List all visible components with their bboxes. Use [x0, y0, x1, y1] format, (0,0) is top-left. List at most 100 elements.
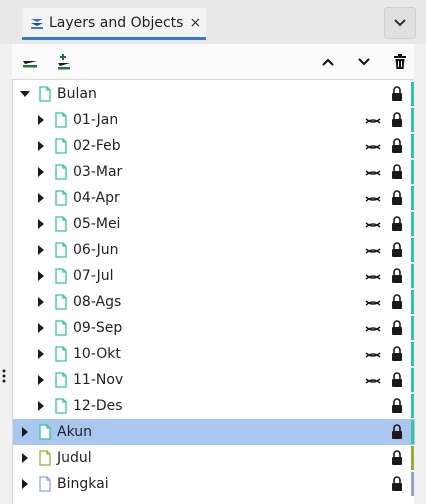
expand-arrow-icon[interactable]	[33, 293, 49, 311]
layer-row[interactable]: Bingkai	[13, 471, 415, 497]
expand-arrow-icon[interactable]	[33, 345, 49, 363]
eye-closed-icon[interactable]	[365, 321, 381, 335]
layers-toolbar	[12, 44, 414, 80]
lock-icon[interactable]	[391, 320, 403, 335]
eye-closed-icon[interactable]	[365, 295, 381, 309]
resize-handle-icon[interactable]	[1, 368, 7, 384]
expand-arrow-icon[interactable]	[33, 189, 49, 207]
layer-label: 07-Jul	[73, 268, 114, 284]
layer-document-icon	[55, 294, 67, 310]
layer-color-bar	[411, 82, 414, 106]
layer-document-icon	[55, 216, 67, 232]
layer-document-icon	[55, 398, 67, 414]
layer-label: 06-Jun	[73, 242, 119, 258]
eye-closed-icon[interactable]	[365, 113, 381, 127]
eye-closed-icon[interactable]	[365, 347, 381, 361]
layer-color-bar	[411, 108, 414, 132]
lock-icon[interactable]	[391, 450, 403, 465]
expand-arrow-icon[interactable]	[33, 111, 49, 129]
layer-document-icon	[55, 164, 67, 180]
expand-arrow-icon[interactable]	[33, 267, 49, 285]
layer-label: Bulan	[57, 86, 97, 102]
sublayer-row[interactable]: 10-Okt	[13, 341, 415, 367]
layer-label: 08-Ags	[73, 294, 122, 310]
layers-icon	[30, 16, 44, 30]
sublayer-row[interactable]: 07-Jul	[13, 263, 415, 289]
lock-icon[interactable]	[391, 346, 403, 361]
layer-label: 01-Jan	[73, 112, 119, 128]
layer-document-icon	[39, 424, 51, 440]
layer-document-icon	[55, 372, 67, 388]
layer-document-icon	[55, 190, 67, 206]
sublayer-row[interactable]: 02-Feb	[13, 133, 415, 159]
lock-icon[interactable]	[391, 424, 403, 439]
eye-closed-icon[interactable]	[365, 269, 381, 283]
sublayer-row[interactable]: 04-Apr	[13, 185, 415, 211]
expand-arrow-icon[interactable]	[33, 163, 49, 181]
chevron-down-icon	[394, 19, 406, 27]
lock-icon[interactable]	[391, 398, 403, 413]
collapse-arrow-icon[interactable]	[17, 85, 33, 103]
lock-icon[interactable]	[391, 216, 403, 231]
layer-document-icon	[39, 476, 51, 492]
lock-icon[interactable]	[391, 138, 403, 153]
eye-closed-icon[interactable]	[365, 165, 381, 179]
expand-arrow-icon[interactable]	[17, 423, 33, 441]
lock-icon[interactable]	[391, 242, 403, 257]
sublayer-row[interactable]: 08-Ags	[13, 289, 415, 315]
layer-row[interactable]: Akun	[13, 419, 415, 445]
layer-row-bulan[interactable]: Bulan	[13, 81, 415, 107]
expand-arrow-icon[interactable]	[33, 215, 49, 233]
expand-arrow-icon[interactable]	[17, 475, 33, 493]
layer-row[interactable]: Judul	[13, 445, 415, 471]
add-sublayer-button[interactable]	[54, 52, 74, 72]
lock-icon[interactable]	[391, 190, 403, 205]
sublayer-row[interactable]: 03-Mar	[13, 159, 415, 185]
eye-closed-icon[interactable]	[365, 139, 381, 153]
layer-color-bar	[411, 472, 414, 496]
layer-color-bar	[411, 394, 414, 418]
expand-arrow-icon[interactable]	[33, 371, 49, 389]
eye-closed-icon[interactable]	[365, 373, 381, 387]
layer-document-icon	[39, 86, 51, 102]
eye-closed-icon[interactable]	[365, 191, 381, 205]
layer-label: 05-Mei	[73, 216, 121, 232]
expand-arrow-icon[interactable]	[33, 241, 49, 259]
move-up-button[interactable]	[318, 52, 338, 72]
lock-icon[interactable]	[391, 476, 403, 491]
expand-arrow-icon[interactable]	[33, 137, 49, 155]
tab-title: Layers and Objects	[49, 14, 184, 31]
expand-arrow-icon[interactable]	[33, 319, 49, 337]
lock-icon[interactable]	[391, 164, 403, 179]
lock-icon[interactable]	[391, 294, 403, 309]
lock-icon[interactable]	[391, 86, 403, 101]
layer-document-icon	[55, 320, 67, 336]
layer-document-icon	[55, 242, 67, 258]
layer-color-bar	[411, 212, 414, 236]
sublayer-row[interactable]: 09-Sep	[13, 315, 415, 341]
layer-color-bar	[411, 160, 414, 184]
layer-color-bar	[411, 420, 414, 444]
eye-closed-icon[interactable]	[365, 217, 381, 231]
lock-icon[interactable]	[391, 112, 403, 127]
expand-arrow-icon[interactable]	[33, 397, 49, 415]
sublayer-row[interactable]: 01-Jan	[13, 107, 415, 133]
move-down-button[interactable]	[354, 52, 374, 72]
sublayer-row[interactable]: 12-Des	[13, 393, 415, 419]
layer-color-bar	[411, 368, 414, 392]
close-icon[interactable]: ×	[189, 15, 201, 31]
delete-layer-button[interactable]	[390, 52, 410, 72]
layer-label: 09-Sep	[73, 320, 123, 336]
sublayer-row[interactable]: 11-Nov	[13, 367, 415, 393]
layer-color-bar	[411, 134, 414, 158]
eye-closed-icon[interactable]	[365, 243, 381, 257]
layer-document-icon	[55, 268, 67, 284]
add-layer-button[interactable]	[20, 52, 40, 72]
lock-icon[interactable]	[391, 268, 403, 283]
sublayer-row[interactable]: 06-Jun	[13, 237, 415, 263]
lock-icon[interactable]	[391, 372, 403, 387]
expand-arrow-icon[interactable]	[17, 449, 33, 467]
tab-layers-and-objects[interactable]: Layers and Objects ×	[22, 8, 206, 40]
sublayer-row[interactable]: 05-Mei	[13, 211, 415, 237]
panel-menu-button[interactable]	[384, 7, 416, 39]
